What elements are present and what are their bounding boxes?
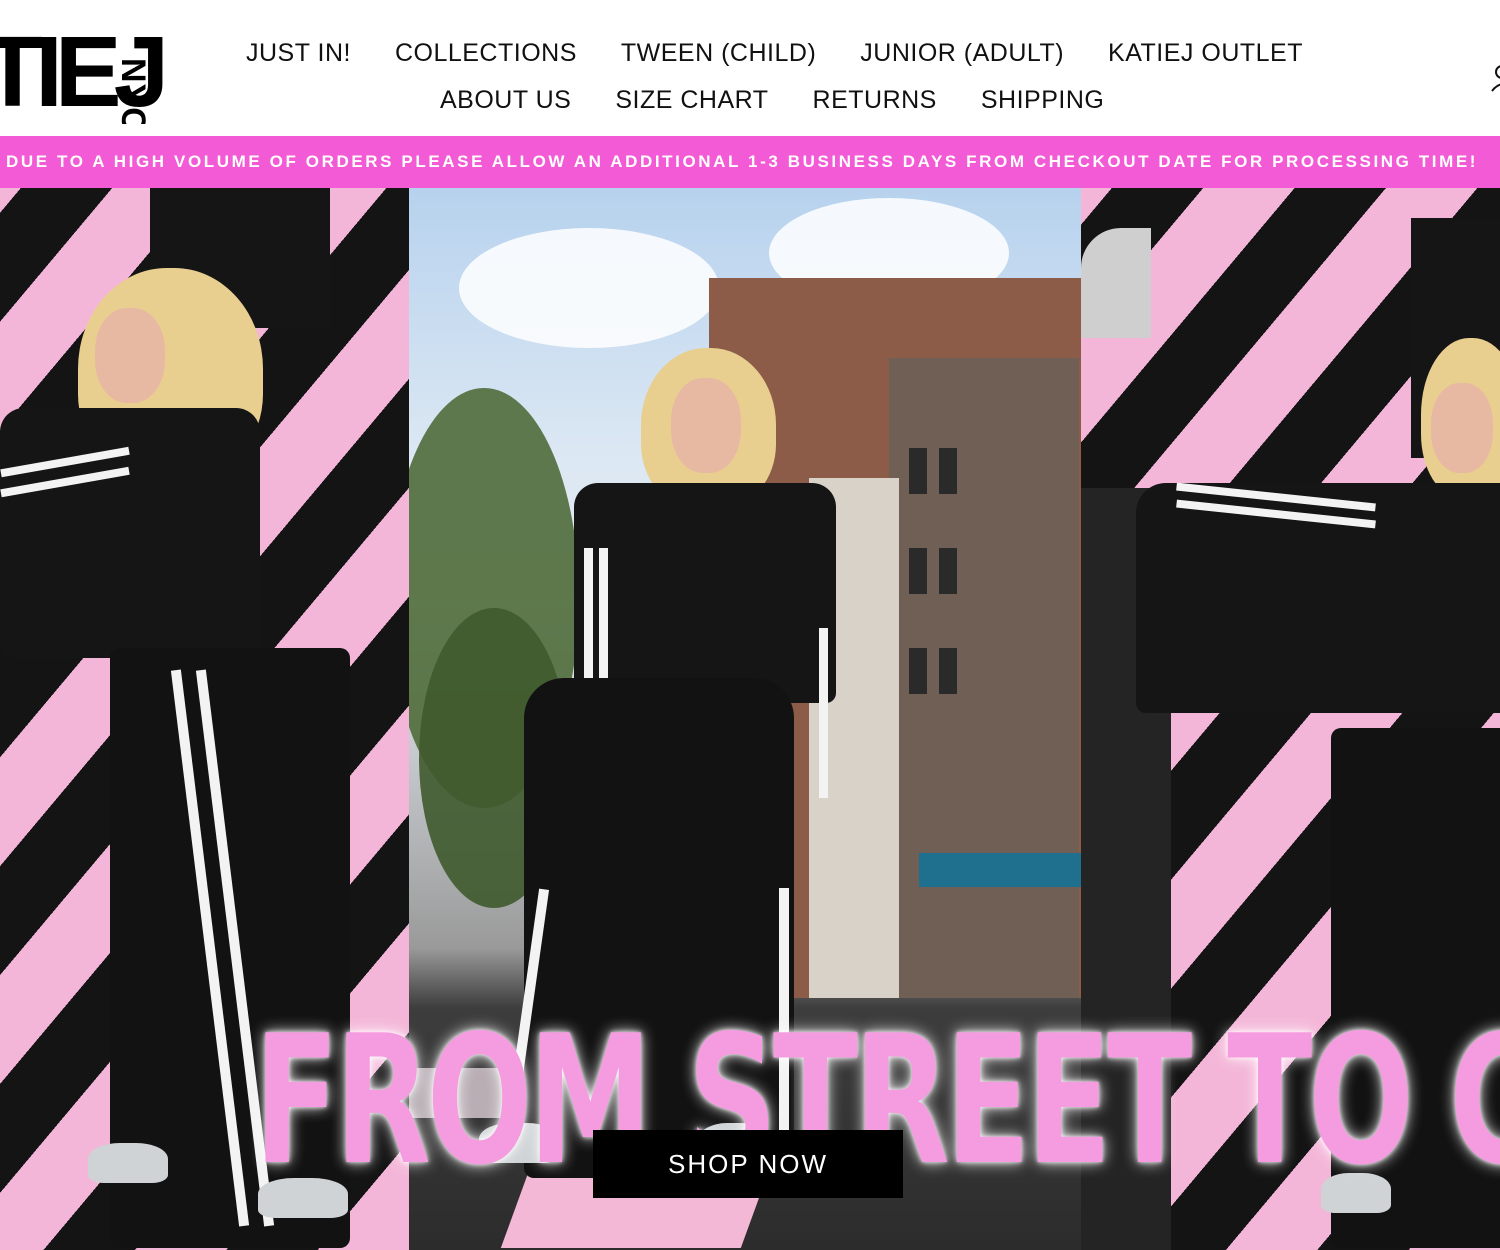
account-icon[interactable] xyxy=(1490,64,1500,92)
awning xyxy=(919,853,1081,887)
nav-about-us[interactable]: ABOUT US xyxy=(440,85,571,115)
main-nav-row-2: ABOUT US SIZE CHART RETURNS SHIPPING xyxy=(440,85,1148,115)
vent xyxy=(1081,228,1151,338)
nav-tween[interactable]: TWEEN (CHILD) xyxy=(621,38,816,68)
hero-banner[interactable]: FROM STREET TO CHIC SHOP NOW xyxy=(0,188,1500,1250)
nav-just-in[interactable]: JUST IN! xyxy=(246,38,351,68)
nav-collections[interactable]: COLLECTIONS xyxy=(395,38,577,68)
logo-nyc: NYC xyxy=(114,58,152,124)
nav-junior[interactable]: JUNIOR (ADULT) xyxy=(860,38,1064,68)
cloud xyxy=(459,228,719,348)
nav-size-chart[interactable]: SIZE CHART xyxy=(615,85,768,115)
nav-returns[interactable]: RETURNS xyxy=(813,85,937,115)
site-header: TIEJ NYC JUST IN! COLLECTIONS TWEEN (CHI… xyxy=(0,0,1500,136)
main-nav-row-1: JUST IN! COLLECTIONS TWEEN (CHILD) JUNIO… xyxy=(246,38,1347,68)
brand-logo[interactable]: TIEJ NYC xyxy=(0,28,190,124)
shop-now-button[interactable]: SHOP NOW xyxy=(593,1130,903,1198)
nav-outlet[interactable]: KATIEJ OUTLET xyxy=(1108,38,1303,68)
announcement-text: DUE TO A HIGH VOLUME OF ORDERS PLEASE AL… xyxy=(6,152,1479,171)
announcement-bar: DUE TO A HIGH VOLUME OF ORDERS PLEASE AL… xyxy=(0,136,1500,188)
nav-shipping[interactable]: SHIPPING xyxy=(981,85,1104,115)
